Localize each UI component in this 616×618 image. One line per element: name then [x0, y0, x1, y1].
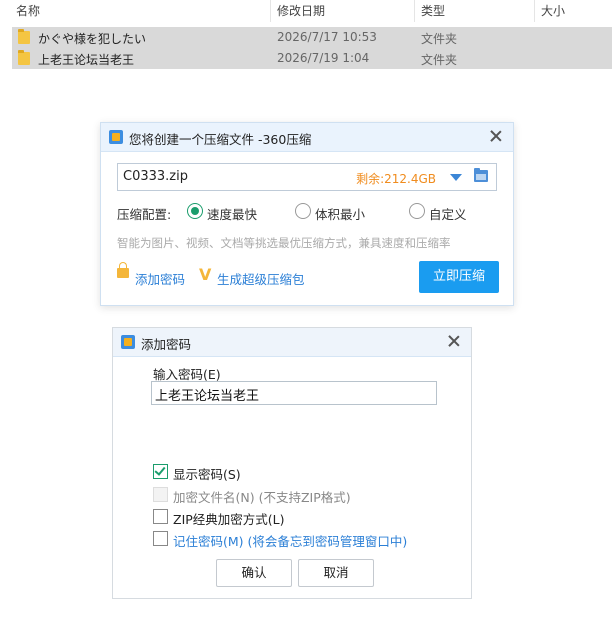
column-separator[interactable]	[414, 0, 415, 22]
dialog-titlebar[interactable]: 添加密码	[113, 328, 471, 357]
app-icon	[109, 130, 123, 144]
dialog-title: 您将创建一个压缩文件 -360压缩	[129, 132, 312, 147]
encrypt-filename-checkbox[interactable]	[153, 487, 168, 502]
radio-fastest[interactable]	[187, 203, 203, 219]
lock-icon[interactable]	[117, 262, 129, 278]
archive-path-field[interactable]: C0333.zip 剩余:212.4GB	[117, 163, 497, 191]
password-input[interactable]: 上老王论坛当老王	[151, 381, 437, 405]
add-password-link[interactable]: 添加密码	[135, 269, 185, 288]
folder-icon	[18, 50, 30, 65]
column-separator[interactable]	[534, 0, 535, 22]
radio-custom[interactable]	[409, 203, 425, 219]
zip-classic-encryption-checkbox[interactable]	[153, 509, 168, 524]
column-name[interactable]: 名称	[16, 2, 40, 19]
super-package-link[interactable]: 生成超级压缩包	[217, 269, 305, 288]
radio-smallest[interactable]	[295, 203, 311, 219]
cancel-button[interactable]: 取消	[298, 559, 374, 587]
app-icon	[121, 335, 135, 349]
archive-filename[interactable]: C0333.zip	[123, 169, 188, 184]
file-list: 名称 修改日期 类型 大小 かぐや様を犯したい 2026/7/17 10:53 …	[0, 0, 616, 72]
column-type[interactable]: 类型	[421, 2, 445, 19]
compress-description: 智能为图片、视频、文档等挑选最优压缩方式，兼具速度和压缩率	[117, 236, 451, 250]
dialog-title: 添加密码	[141, 337, 192, 352]
close-icon[interactable]	[445, 332, 463, 350]
dialog-titlebar[interactable]: 您将创建一个压缩文件 -360压缩	[101, 123, 513, 152]
column-date[interactable]: 修改日期	[277, 2, 325, 19]
password-value[interactable]: 上老王论坛当老王	[155, 385, 259, 404]
radio-custom-label[interactable]: 自定义	[429, 204, 467, 223]
encrypt-filename-label: 加密文件名(N) (不支持ZIP格式)	[173, 490, 351, 505]
show-password-checkbox[interactable]	[153, 464, 168, 479]
remember-password-label[interactable]: 记住密码(M) (将会备忘到密码管理窗口中)	[173, 531, 407, 550]
folder-icon	[18, 29, 30, 44]
file-row[interactable]: 上老王论坛当老王 2026/7/19 1:04 文件夹	[12, 48, 612, 69]
compress-now-button[interactable]: 立即压缩	[419, 261, 499, 293]
column-separator[interactable]	[270, 0, 271, 22]
free-space: 剩余:212.4GB	[356, 172, 436, 186]
column-size[interactable]: 大小	[541, 2, 565, 19]
close-icon[interactable]	[487, 127, 505, 145]
file-date: 2026/7/19 1:04	[277, 51, 370, 65]
remember-password-checkbox[interactable]	[153, 531, 168, 546]
radio-fastest-label[interactable]: 速度最快	[207, 204, 257, 223]
vip-v-icon[interactable]: V	[199, 265, 211, 284]
ok-button[interactable]: 确认	[216, 559, 292, 587]
file-name: 上老王论坛当老王	[38, 53, 135, 67]
compress-dialog: 您将创建一个压缩文件 -360压缩 C0333.zip 剩余:212.4GB 压…	[100, 122, 514, 306]
dropdown-arrow-icon[interactable]	[450, 174, 462, 181]
file-name: かぐや様を犯したい	[38, 32, 147, 46]
file-type: 文件夹	[421, 32, 458, 46]
file-date: 2026/7/17 10:53	[277, 30, 377, 44]
show-password-label[interactable]: 显示密码(S)	[173, 464, 241, 483]
file-type: 文件夹	[421, 53, 458, 67]
password-dialog: 添加密码 输入密码(E) 上老王论坛当老王 显示密码(S) 加密文件名(N) (…	[112, 327, 472, 599]
file-row[interactable]: かぐや様を犯したい 2026/7/17 10:53 文件夹	[12, 27, 612, 48]
config-label: 压缩配置:	[117, 207, 172, 222]
zip-classic-encryption-label[interactable]: ZIP经典加密方式(L)	[173, 509, 285, 528]
browse-folder-icon[interactable]	[474, 168, 488, 182]
radio-smallest-label[interactable]: 体积最小	[315, 204, 365, 223]
column-header: 名称 修改日期 类型 大小	[0, 0, 616, 22]
